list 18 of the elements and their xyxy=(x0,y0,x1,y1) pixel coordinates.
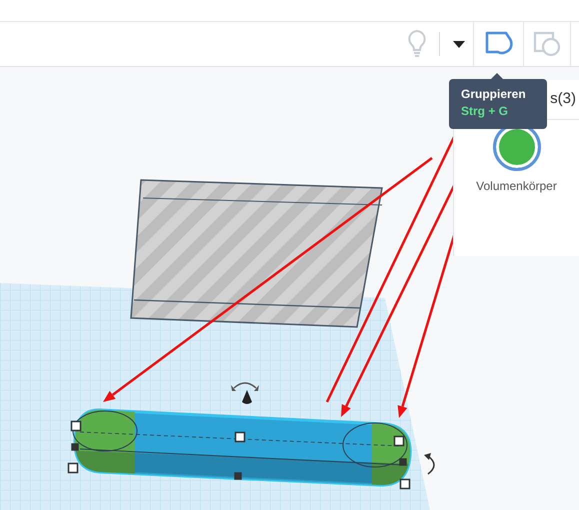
resize-handle[interactable] xyxy=(400,478,410,490)
resize-handle[interactable] xyxy=(399,458,407,466)
rotate-icon[interactable] xyxy=(424,453,435,475)
ungroup-icon xyxy=(533,31,561,57)
resize-handle[interactable] xyxy=(234,432,246,442)
group-icon xyxy=(484,31,512,57)
resize-handle[interactable] xyxy=(71,443,79,451)
resize-handle[interactable] xyxy=(234,472,242,480)
panel-header: s(3) xyxy=(550,89,576,110)
resize-handle[interactable] xyxy=(70,420,82,432)
caret-icon xyxy=(453,40,465,48)
resize-handle[interactable] xyxy=(394,436,404,446)
lift-handle[interactable] xyxy=(242,390,252,404)
tooltip-title: Gruppieren xyxy=(461,86,527,102)
lightbulb-icon xyxy=(406,29,428,59)
keyboard-shortcut: Strg + G xyxy=(461,103,510,120)
resize-handle[interactable] xyxy=(68,462,78,474)
rotate-icon[interactable] xyxy=(231,382,259,391)
